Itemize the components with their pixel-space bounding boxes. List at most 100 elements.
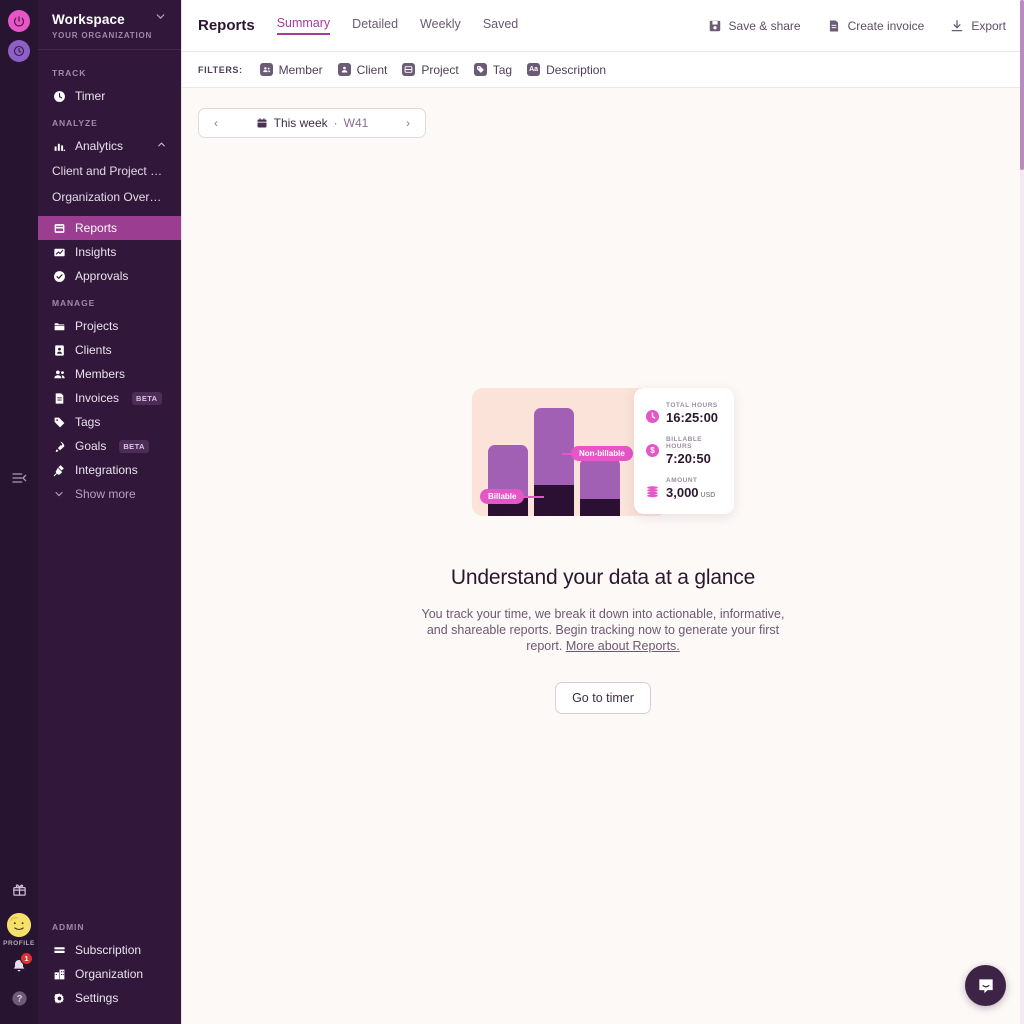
sidebar-item-label: Insights (75, 245, 117, 259)
building-icon (52, 967, 66, 981)
sidebar-item-tags[interactable]: Tags (38, 410, 181, 434)
filter-description[interactable]: Aa Description (527, 63, 606, 77)
sidebar-item-reports[interactable]: Reports (38, 216, 181, 240)
nonbillable-tag: Non-billable (571, 446, 633, 461)
save-and-share-button[interactable]: Save & share (708, 19, 801, 33)
date-range-picker[interactable]: ‹ This week · W41 › (198, 108, 426, 138)
scrollbar-thumb[interactable] (1020, 0, 1024, 170)
filter-member[interactable]: Member (259, 62, 323, 77)
save-icon (709, 20, 720, 31)
notifications-bell[interactable]: 1 (11, 952, 33, 979)
filter-label: Description (546, 62, 607, 77)
tag-icon (473, 63, 487, 76)
calendar-icon (256, 117, 268, 129)
sidebar-item-label: Timer (75, 89, 106, 103)
clock-icon[interactable] (8, 40, 30, 62)
avatar[interactable] (7, 913, 31, 937)
sidebar-item-label: Projects (75, 319, 119, 333)
rail-top-group (8, 0, 30, 62)
tab-detailed[interactable]: Detailed (352, 17, 398, 34)
sidebar-item-label: Members (75, 367, 126, 381)
sidebar-nav: TRACK Timer ANALYZE Analytics Client and… (38, 50, 181, 912)
create-invoice-button[interactable]: Create invoice (827, 19, 924, 33)
top-bar: Reports Summary Detailed Weekly Saved Sa… (182, 0, 1024, 52)
filter-client[interactable]: Client (337, 63, 387, 77)
help-icon[interactable]: ? (11, 990, 28, 1012)
section-label-admin: ADMIN (52, 922, 85, 932)
workspace-switcher[interactable]: Workspace YOUR ORGANIZATION (38, 0, 181, 49)
tab-saved[interactable]: Saved (483, 17, 518, 34)
export-button[interactable]: Export (950, 19, 1006, 33)
workspace-subtitle: YOUR ORGANIZATION (52, 31, 153, 40)
sidebar-item-timer[interactable]: Timer (38, 84, 181, 108)
sidebar-item-integrations[interactable]: Integrations (38, 458, 181, 482)
filter-bar: FILTERS: Member Client Project Tag Aa De… (182, 52, 1024, 88)
sidebar-show-more[interactable]: Show more (38, 482, 181, 506)
sidebar-item-goals[interactable]: Goals BETA (38, 434, 181, 458)
tab-summary[interactable]: Summary (276, 16, 331, 35)
sidebar-admin-section: ADMIN Subscription Organization Settings (38, 912, 181, 1024)
sidebar-item-label: Goals (75, 439, 107, 453)
app-root: PROFILE 1 ? Workspace YOUR ORGANIZATION … (0, 0, 1024, 1024)
filter-label: Member (278, 62, 323, 77)
more-about-reports-link[interactable]: More about Reports. (566, 639, 680, 653)
go-to-timer-button[interactable]: Go to timer (555, 682, 651, 714)
chevron-up-icon[interactable] (156, 139, 167, 153)
save-and-share-label: Save & share (728, 18, 801, 33)
download-icon (952, 19, 963, 31)
sidebar-item-insights[interactable]: Insights (38, 240, 181, 264)
stat-value: 3,000 (666, 485, 699, 500)
stat-value: 7:20:50 (666, 451, 711, 466)
sidebar-item-subscription[interactable]: Subscription (38, 938, 181, 962)
vertical-scrollbar[interactable] (1020, 0, 1024, 1024)
check-circle-icon (52, 269, 66, 283)
sidebar-subitem-organization-overview[interactable]: Organization Overvi... (38, 184, 181, 210)
prev-period-button[interactable]: ‹ (209, 116, 223, 130)
bar-3-billable-segment (580, 499, 620, 516)
stat-value: 16:25:00 (666, 410, 719, 425)
filter-label: Project (421, 62, 459, 77)
section-label-track: TRACK (52, 68, 87, 78)
collapse-sidebar-icon[interactable] (0, 470, 38, 486)
sidebar-item-analytics[interactable]: Analytics (38, 134, 181, 158)
sidebar-item-label: Clients (75, 343, 112, 357)
rocket-icon (52, 439, 66, 453)
coins-icon (646, 485, 659, 498)
stat-value-row: 3,000 USD (666, 485, 715, 500)
date-range-week: W41 (343, 116, 369, 130)
sidebar-item-members[interactable]: Members (38, 362, 181, 386)
bar-3-nonbillable-segment (580, 458, 620, 499)
sidebar-item-clients[interactable]: Clients (38, 338, 181, 362)
filter-tag[interactable]: Tag (473, 63, 512, 77)
workspace-title: Workspace (52, 11, 125, 27)
sidebar-item-label: Organization (75, 967, 144, 981)
project-icon (402, 63, 416, 76)
sidebar-item-settings[interactable]: Settings (38, 986, 181, 1010)
chat-bubble-icon (978, 978, 993, 993)
rail-bottom-group: PROFILE 1 ? (0, 882, 38, 1012)
chat-launcher-button[interactable] (965, 965, 1006, 1006)
members-icon (52, 367, 66, 381)
next-period-button[interactable]: › (401, 116, 415, 130)
bar-2-nonbillable-segment (534, 408, 574, 485)
power-icon[interactable] (8, 10, 30, 32)
tab-weekly[interactable]: Weekly (420, 17, 461, 34)
card-icon (52, 943, 66, 957)
date-range-display[interactable]: This week · W41 (223, 116, 401, 130)
sidebar-item-approvals[interactable]: Approvals (38, 264, 181, 288)
tab-bar: Summary Detailed Weekly Saved (276, 16, 518, 35)
chevron-down-icon[interactable] (154, 10, 167, 28)
description-icon: Aa (527, 63, 541, 76)
filter-project[interactable]: Project (402, 62, 459, 77)
content-body: ‹ This week · W41 › Billable Non-billabl… (182, 88, 1024, 1024)
gift-icon[interactable] (12, 882, 27, 902)
plug-icon (52, 463, 66, 477)
invoice-icon (52, 391, 66, 405)
sidebar-subitem-client-project[interactable]: Client and Project B... (38, 158, 181, 184)
section-label-analyze: ANALYZE (52, 118, 98, 128)
sidebar-item-organization[interactable]: Organization (38, 962, 181, 986)
sidebar-item-projects[interactable]: Projects (38, 314, 181, 338)
sidebar-item-invoices[interactable]: Invoices BETA (38, 386, 181, 410)
stat-label: TOTAL HOURS (666, 402, 718, 409)
empty-state-description: You track your time, we break it down in… (418, 606, 788, 654)
